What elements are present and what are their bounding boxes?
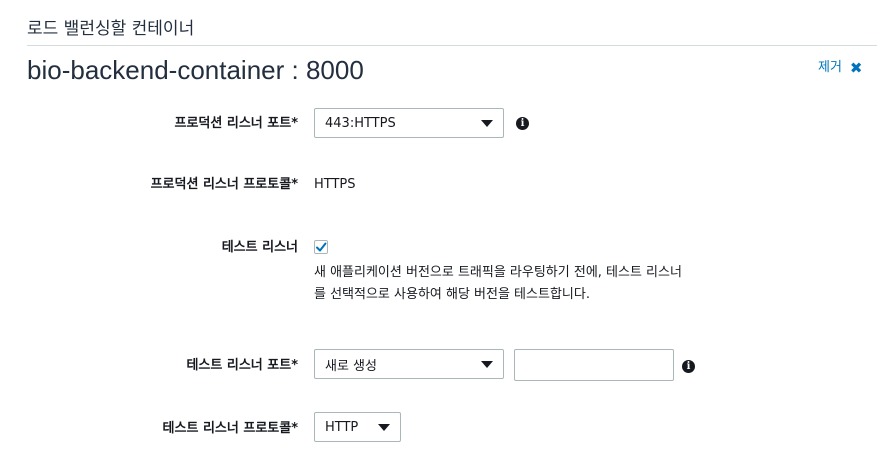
- test-listener-protocol-label: 테스트 리스너 프로토콜*: [162, 421, 298, 436]
- test-listener-port-input[interactable]: [514, 349, 674, 381]
- production-listener-protocol-label: 프로덕션 리스너 프로토콜*: [150, 177, 298, 192]
- test-listener-protocol-value: HTTP: [325, 419, 359, 435]
- help-text-line: 를 선택적으로 사용하여 해당 버전을 테스트합니다.: [314, 287, 590, 302]
- test-listener-label: 테스트 리스너: [221, 240, 298, 255]
- section-title: 로드 밸런싱할 컨테이너: [27, 19, 195, 39]
- production-listener-port-label: 프로덕션 리스너 포트*: [174, 116, 299, 131]
- help-text-line: 새 애플리케이션 버전으로 트래픽을 라우팅하기 전에, 테스트 리스너: [314, 265, 682, 280]
- info-icon[interactable]: i: [516, 117, 529, 130]
- test-listener-protocol-select[interactable]: HTTP: [314, 412, 401, 442]
- remove-label: 제거: [818, 60, 842, 75]
- container-title: bio-backend-container : 8000: [27, 55, 364, 85]
- production-listener-port-select[interactable]: 443:HTTPS: [314, 108, 504, 138]
- chevron-down-icon: [481, 119, 493, 127]
- test-listener-port-value: 새로 생성: [325, 358, 377, 374]
- test-listener-port-label: 테스트 리스너 포트*: [186, 358, 298, 373]
- info-icon[interactable]: i: [682, 360, 695, 373]
- load-balancing-container-panel: 로드 밸런싱할 컨테이너 bio-backend-container : 800…: [0, 0, 894, 456]
- production-listener-port-value: 443:HTTPS: [325, 115, 396, 131]
- production-listener-protocol-value: HTTPS: [314, 177, 356, 192]
- test-listener-checkbox[interactable]: [314, 240, 328, 254]
- chevron-down-icon: [481, 360, 493, 368]
- remove-link[interactable]: 제거 ✖: [818, 59, 863, 77]
- section-divider: [27, 45, 877, 46]
- close-icon: ✖: [849, 58, 863, 77]
- test-listener-port-select[interactable]: 새로 생성: [314, 349, 504, 379]
- test-listener-help-text: 새 애플리케이션 버전으로 트래픽을 라우팅하기 전에, 테스트 리스너 를 선…: [314, 262, 694, 306]
- chevron-down-icon: [378, 423, 390, 431]
- checkmark-icon: [316, 242, 327, 252]
